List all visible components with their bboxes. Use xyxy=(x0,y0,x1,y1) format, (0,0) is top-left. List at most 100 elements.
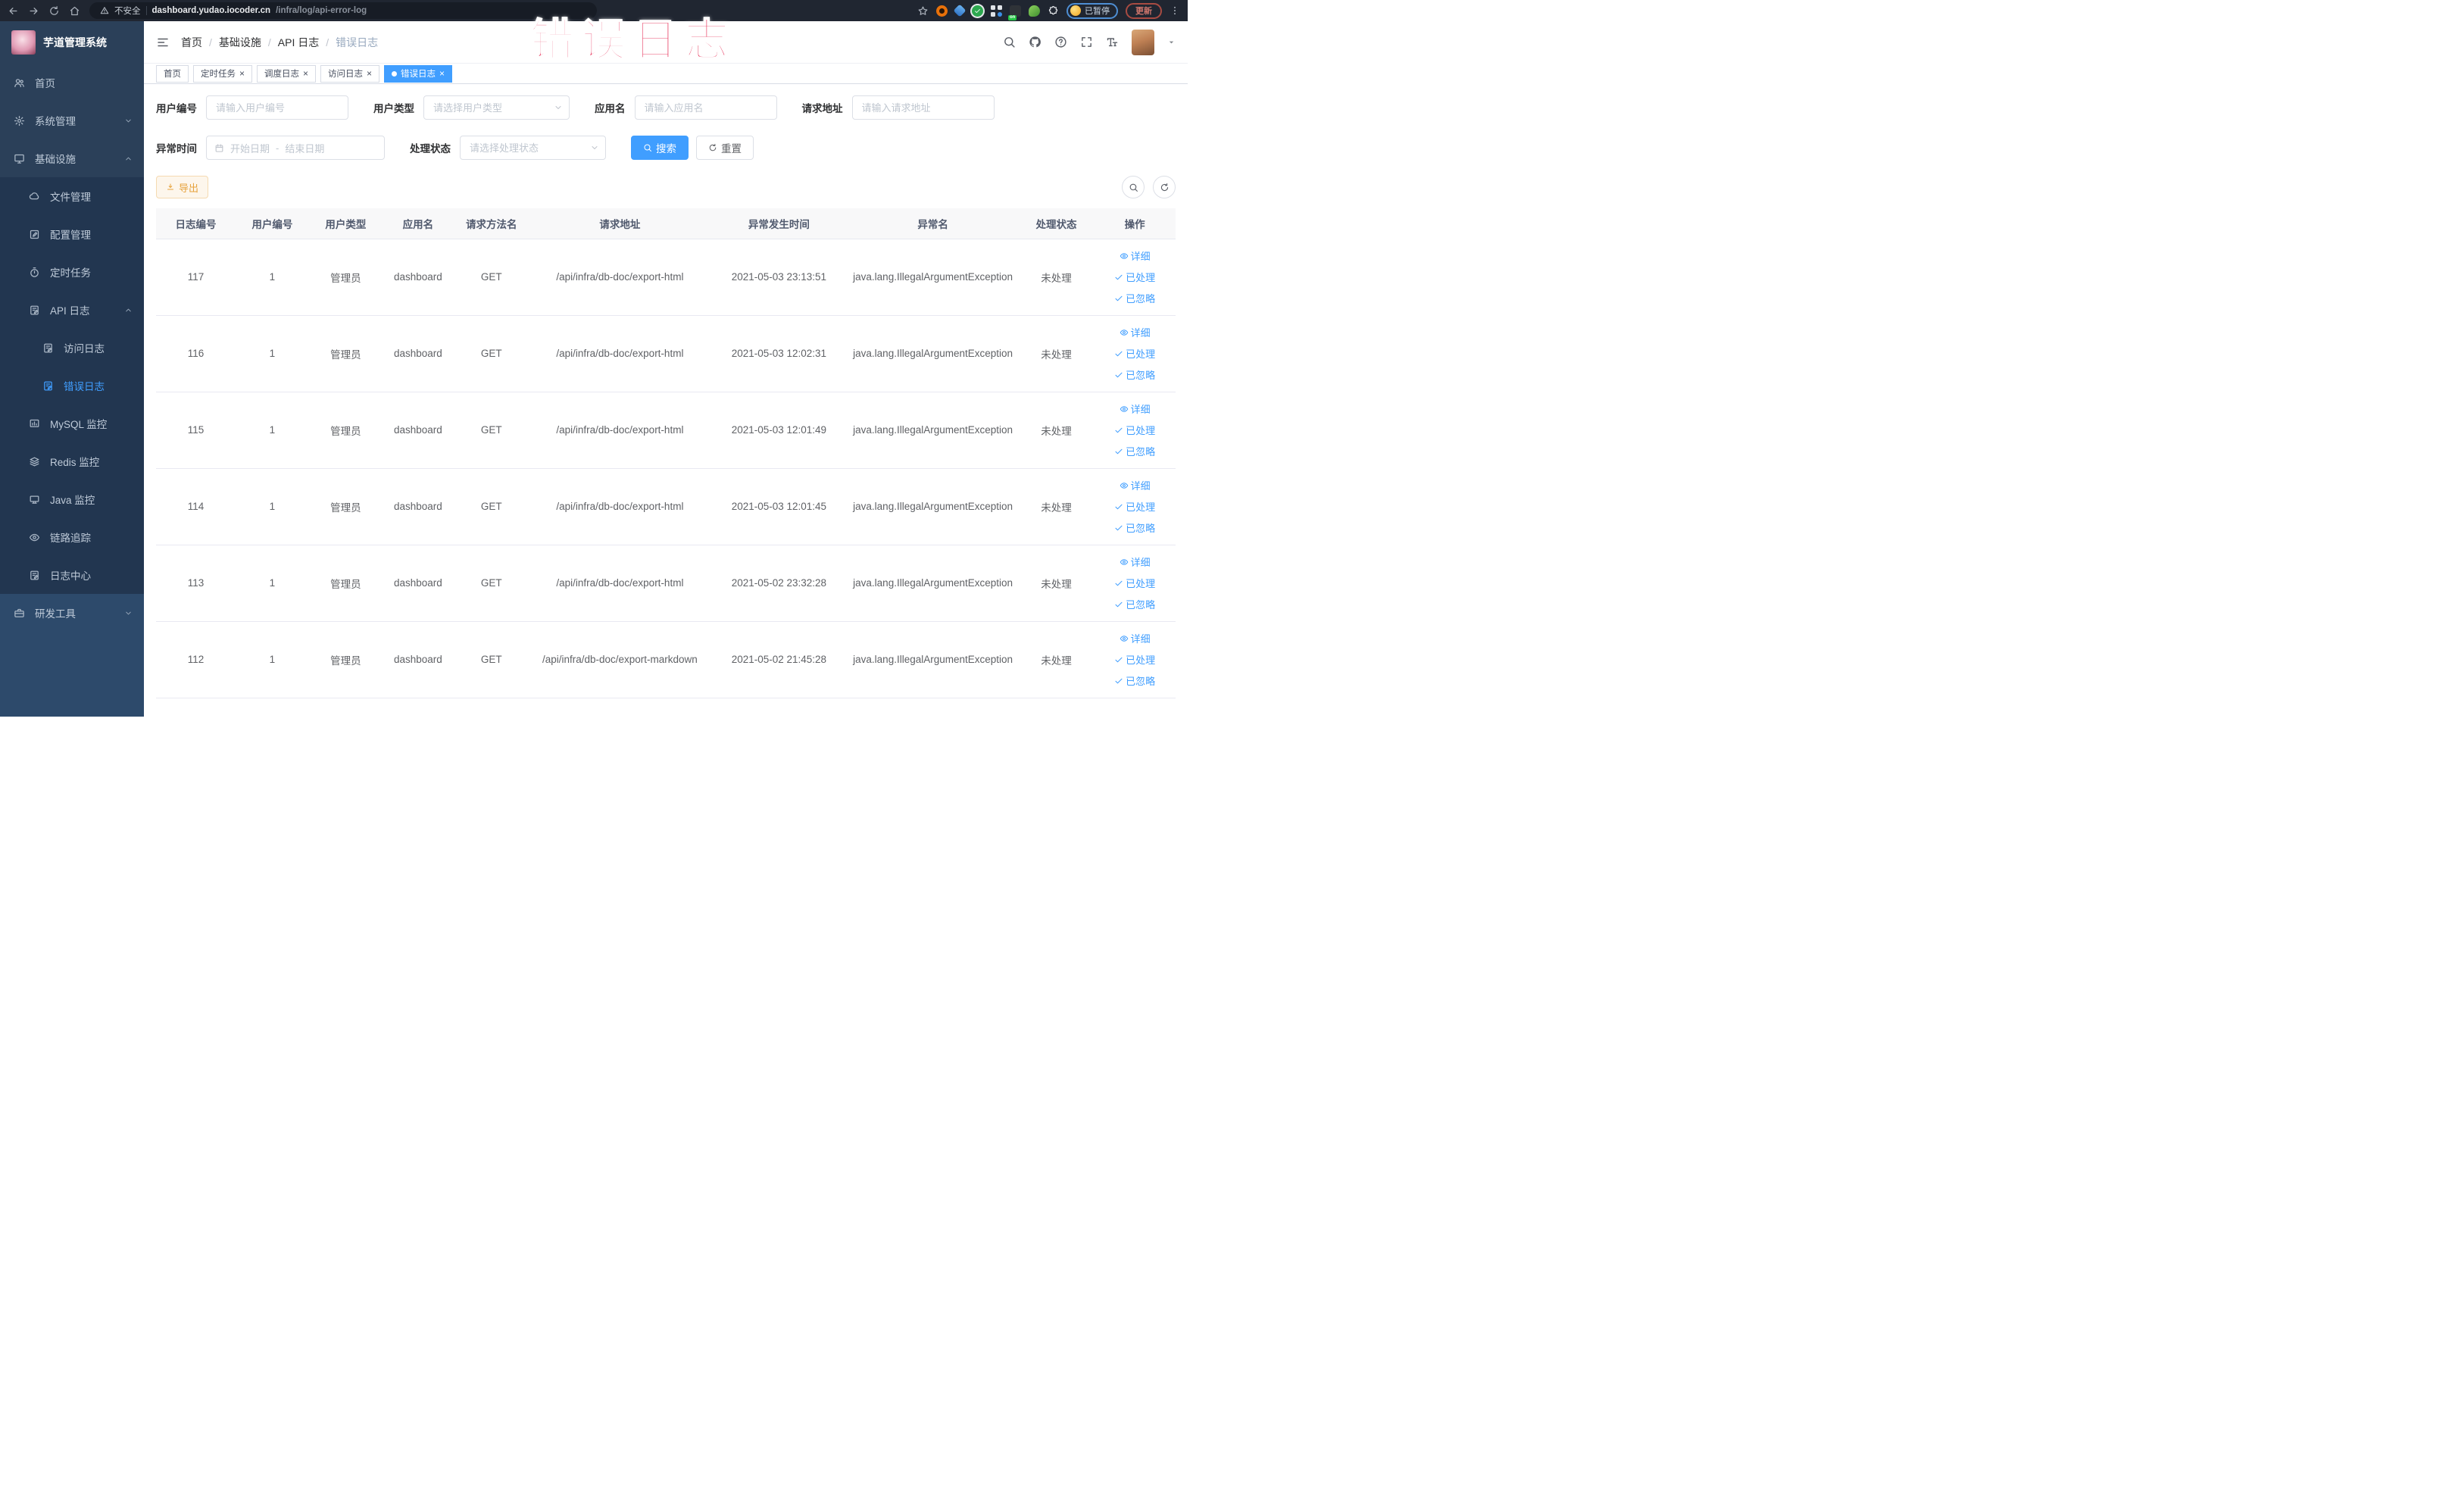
detail-link[interactable]: 详细 xyxy=(1120,401,1151,416)
cell-time: 2021-05-03 12:01:45 xyxy=(710,468,848,545)
sidebar-item[interactable]: 系统管理 xyxy=(0,102,144,139)
sidebar-item[interactable]: 首页 xyxy=(0,64,144,102)
sidebar-item[interactable]: 链路追踪 xyxy=(0,518,144,556)
sidebar-item[interactable]: 研发工具 xyxy=(0,594,144,632)
sidebar-item[interactable]: Java 监控 xyxy=(0,480,144,518)
reset-button[interactable]: 重置 xyxy=(696,136,754,160)
view-tab[interactable]: 调度日志 × xyxy=(257,64,317,83)
extension-leaf-icon[interactable] xyxy=(1029,5,1040,17)
sidebar-item[interactable]: 配置管理 xyxy=(0,215,144,253)
mark-ignored-link[interactable]: 已忽略 xyxy=(1114,291,1155,305)
home-icon[interactable] xyxy=(69,5,80,17)
cell-method: GET xyxy=(454,315,529,392)
extension-grid-icon[interactable] xyxy=(991,5,1002,17)
browser-menu-icon[interactable] xyxy=(1170,5,1180,17)
tab-close-icon[interactable]: × xyxy=(303,69,308,78)
status-label: 处理状态 xyxy=(410,143,451,155)
detail-link[interactable]: 详细 xyxy=(1120,555,1151,569)
sidebar-item[interactable]: 文件管理 xyxy=(0,177,144,215)
refresh-icon xyxy=(708,143,717,152)
sidebar-item[interactable]: MySQL 监控 xyxy=(0,405,144,442)
mark-ignored-link[interactable]: 已忽略 xyxy=(1114,444,1155,458)
sidebar-item[interactable]: API 日志 xyxy=(0,291,144,329)
cell-time: 2021-05-03 23:13:51 xyxy=(710,239,848,316)
export-button[interactable]: 导出 xyxy=(156,176,209,198)
sidebar-item[interactable]: Redis 监控 xyxy=(0,442,144,480)
extensions-puzzle-icon[interactable] xyxy=(1048,5,1059,17)
github-icon[interactable] xyxy=(1029,36,1042,48)
cell-app-name: dashboard xyxy=(382,621,454,698)
refresh-table-button[interactable] xyxy=(1153,176,1176,198)
date-range-picker[interactable]: 开始日期 - 结束日期 xyxy=(206,136,385,160)
fullscreen-icon[interactable] xyxy=(1080,36,1093,48)
mark-processed-link[interactable]: 已处理 xyxy=(1114,423,1155,437)
mark-ignored-link[interactable]: 已忽略 xyxy=(1114,673,1155,688)
breadcrumb-item[interactable]: API 日志 xyxy=(278,35,319,50)
mark-processed-link[interactable]: 已处理 xyxy=(1114,652,1155,667)
breadcrumb-item[interactable]: 首页 xyxy=(181,35,202,50)
view-tab[interactable]: 定时任务 × xyxy=(193,64,253,83)
emoji-avatar xyxy=(1070,5,1081,16)
reload-icon[interactable] xyxy=(48,5,60,17)
warning-icon xyxy=(100,6,109,15)
request-url-input[interactable] xyxy=(851,95,995,120)
help-icon[interactable] xyxy=(1054,36,1067,48)
edit-square-icon xyxy=(29,229,40,240)
tab-close-icon[interactable]: × xyxy=(239,69,245,78)
sidebar-item[interactable]: 基础设施 xyxy=(0,139,144,177)
detail-link[interactable]: 详细 xyxy=(1120,631,1151,645)
status-select[interactable] xyxy=(460,136,606,160)
mark-processed-link[interactable]: 已处理 xyxy=(1114,499,1155,514)
tab-close-icon[interactable]: × xyxy=(367,69,372,78)
bookmark-star-icon[interactable] xyxy=(917,5,929,17)
user-id-input[interactable] xyxy=(206,95,348,120)
app-logo[interactable]: 芋道管理系统 xyxy=(0,21,144,64)
user-type-select[interactable] xyxy=(423,95,570,120)
cell-actions: 详细 已处理 已忽略 xyxy=(1094,468,1176,545)
hamburger-icon[interactable] xyxy=(156,36,170,49)
back-icon[interactable] xyxy=(8,5,19,17)
sidebar-item[interactable]: 访问日志 xyxy=(0,329,144,367)
extension-on-icon[interactable]: on xyxy=(1008,5,1021,20)
table-header-cell: 异常发生时间 xyxy=(710,208,848,239)
sidebar-item[interactable]: 错误日志 xyxy=(0,367,144,405)
fontsize-icon[interactable] xyxy=(1106,36,1119,48)
breadcrumb-item[interactable]: 基础设施 xyxy=(219,35,261,50)
navbar-search-icon[interactable] xyxy=(1003,36,1016,48)
breadcrumb-item[interactable]: 错误日志 xyxy=(336,35,378,50)
search-button[interactable]: 搜索 xyxy=(631,136,689,160)
sidebar-item[interactable]: 定时任务 xyxy=(0,253,144,291)
address-bar[interactable]: 不安全 dashboard.yudao.iocoder.cn/infra/log… xyxy=(89,2,597,19)
mark-ignored-link[interactable]: 已忽略 xyxy=(1114,520,1155,535)
navbar: 首页 / 基础设施 / API 日志 / 错误日志 xyxy=(144,21,1188,64)
mark-processed-link[interactable]: 已处理 xyxy=(1114,346,1155,361)
view-tab[interactable]: 访问日志 × xyxy=(320,64,380,83)
detail-link[interactable]: 详细 xyxy=(1120,478,1151,492)
toggle-search-button[interactable] xyxy=(1122,176,1145,198)
user-avatar[interactable] xyxy=(1132,29,1154,55)
view-tab[interactable]: 错误日志 × xyxy=(384,64,453,83)
forward-icon[interactable] xyxy=(28,5,39,17)
end-date-placeholder: 结束日期 xyxy=(285,142,325,155)
update-button[interactable]: 更新 xyxy=(1126,2,1162,19)
mark-processed-link[interactable]: 已处理 xyxy=(1114,270,1155,284)
app-name-input[interactable] xyxy=(634,95,777,120)
cell-app-name: dashboard xyxy=(382,239,454,316)
extension-green-icon[interactable] xyxy=(972,5,983,17)
cell-actions: 详细 已处理 已忽略 xyxy=(1094,315,1176,392)
tab-close-icon[interactable]: × xyxy=(439,69,445,78)
sidebar-item[interactable]: 日志中心 xyxy=(0,556,144,594)
filter-form-row-2: 异常时间 开始日期 - 结束日期 处理状态 请选择处理状态 搜索 重置 xyxy=(156,136,1176,160)
cell-method: GET xyxy=(454,545,529,622)
detail-link[interactable]: 详细 xyxy=(1120,325,1151,339)
extension-orange-icon[interactable] xyxy=(936,5,948,17)
view-tab[interactable]: 首页 × xyxy=(156,64,189,83)
cell-user-id: 1 xyxy=(235,621,309,698)
mark-ignored-link[interactable]: 已忽略 xyxy=(1114,367,1155,382)
mark-ignored-link[interactable]: 已忽略 xyxy=(1114,597,1155,611)
mark-processed-link[interactable]: 已处理 xyxy=(1114,576,1155,590)
caret-down-icon[interactable] xyxy=(1167,38,1176,46)
profile-paused-chip[interactable]: 已暂停 xyxy=(1066,2,1118,19)
detail-link[interactable]: 详细 xyxy=(1120,248,1151,263)
extension-blue-icon[interactable] xyxy=(953,4,967,17)
